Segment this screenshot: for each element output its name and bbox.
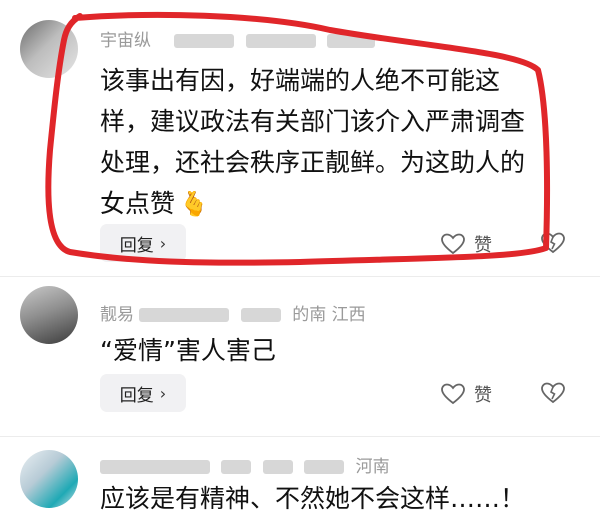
red-circle-annotation	[45, 11, 551, 266]
comment-meta: 靓易 的南 江西	[100, 300, 366, 325]
broken-heart-icon	[541, 382, 565, 404]
ip-location: 的南 江西	[292, 305, 366, 325]
username[interactable]: 靓易	[100, 305, 134, 325]
avatar[interactable]	[20, 286, 78, 344]
divider	[0, 276, 600, 277]
reply-button[interactable]: 回复 ›	[100, 374, 186, 412]
like-button[interactable]: 赞	[440, 381, 492, 407]
comment-text: 应该是有精神、不然她不会这样……！	[100, 484, 526, 513]
chevron-right-icon: ›	[159, 383, 167, 403]
dislike-button[interactable]	[540, 381, 566, 405]
heart-icon	[441, 383, 465, 405]
comment-meta: 河南	[100, 452, 390, 477]
comment-text: “爱情”害人害己	[100, 336, 276, 365]
ip-location: 河南	[355, 457, 390, 477]
divider	[0, 436, 600, 437]
avatar[interactable]	[20, 450, 78, 508]
